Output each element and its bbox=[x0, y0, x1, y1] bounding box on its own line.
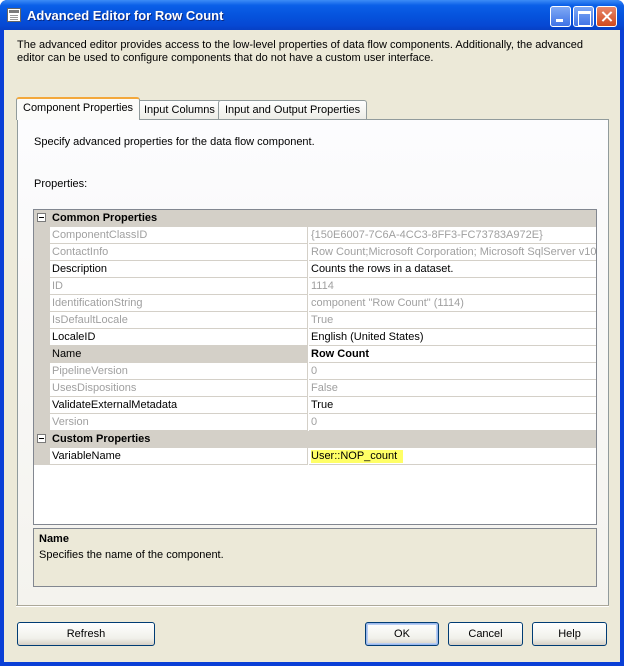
property-value: {150E6007-7C6A-4CC3-8FF3-FC73783A972E} bbox=[309, 227, 596, 244]
property-value[interactable]: English (United States) bbox=[309, 329, 596, 346]
property-row-description[interactable]: Description Counts the rows in a dataset… bbox=[34, 261, 596, 278]
property-value: 0 bbox=[309, 363, 596, 380]
property-help-pane: Name Specifies the name of the component… bbox=[33, 528, 597, 587]
property-name: LocaleID bbox=[50, 329, 308, 346]
tab-input-and-output-properties[interactable]: Input and Output Properties bbox=[218, 100, 368, 120]
variable-name-value[interactable]: User::NOP_count bbox=[311, 450, 404, 463]
property-value: False bbox=[309, 380, 596, 397]
property-value: Row Count;Microsoft Corporation; Microso… bbox=[309, 244, 596, 261]
property-name: ContactInfo bbox=[50, 244, 308, 261]
property-row-isdefaultlocale[interactable]: IsDefaultLocale True bbox=[34, 312, 596, 329]
help-text: Specifies the name of the component. bbox=[39, 549, 224, 561]
property-name: ID bbox=[50, 278, 308, 295]
title-bar[interactable]: Advanced Editor for Row Count bbox=[0, 0, 624, 30]
tab-component-properties[interactable]: Component Properties bbox=[16, 97, 141, 120]
help-title: Name bbox=[39, 533, 69, 545]
property-row-identificationstring[interactable]: IdentificationString component "Row Coun… bbox=[34, 295, 596, 312]
property-value: component "Row Count" (1114) bbox=[309, 295, 596, 312]
property-name: IsDefaultLocale bbox=[50, 312, 308, 329]
property-row-contactinfo[interactable]: ContactInfo Row Count;Microsoft Corporat… bbox=[34, 244, 596, 261]
dialog-description: The advanced editor provides access to t… bbox=[17, 39, 584, 64]
ok-button[interactable]: OK bbox=[365, 622, 439, 646]
dialog-app-icon bbox=[7, 8, 21, 22]
property-value[interactable]: Counts the rows in a dataset. bbox=[309, 261, 596, 278]
property-value[interactable]: True bbox=[309, 397, 596, 414]
property-row-componentclassid[interactable]: ComponentClassID {150E6007-7C6A-4CC3-8FF… bbox=[34, 227, 596, 244]
property-name: VariableName bbox=[50, 448, 308, 465]
property-row-id[interactable]: ID 1114 bbox=[34, 278, 596, 295]
property-grid[interactable]: Common Properties ComponentClassID {150E… bbox=[33, 209, 597, 525]
advanced-editor-window: Advanced Editor for Row Count The advanc… bbox=[0, 0, 624, 666]
panel-hint: Specify advanced properties for the data… bbox=[34, 136, 315, 148]
property-row-version[interactable]: Version 0 bbox=[34, 414, 596, 431]
property-row-name[interactable]: Name Row Count bbox=[34, 346, 596, 363]
cancel-button[interactable]: Cancel bbox=[448, 622, 523, 646]
component-properties-panel: Specify advanced properties for the data… bbox=[17, 119, 609, 607]
divider bbox=[16, 605, 609, 607]
property-row-variablename[interactable]: VariableName User::NOP_count bbox=[34, 448, 596, 465]
category-custom-properties[interactable]: Custom Properties bbox=[34, 431, 596, 448]
window-title: Advanced Editor for Row Count bbox=[27, 8, 224, 23]
category-common-properties[interactable]: Common Properties bbox=[34, 210, 596, 227]
property-value: 1114 bbox=[309, 278, 596, 295]
property-name: IdentificationString bbox=[50, 295, 308, 312]
close-icon[interactable] bbox=[596, 6, 617, 27]
property-name: ValidateExternalMetadata bbox=[50, 397, 308, 414]
property-value[interactable]: User::NOP_count bbox=[309, 448, 596, 465]
property-name: UsesDispositions bbox=[50, 380, 308, 397]
property-name: Description bbox=[50, 261, 308, 278]
property-name: Name bbox=[50, 346, 308, 363]
collapse-icon[interactable] bbox=[37, 213, 46, 222]
property-value[interactable]: Row Count bbox=[309, 346, 596, 363]
maximize-icon[interactable] bbox=[573, 6, 594, 27]
property-name: PipelineVersion bbox=[50, 363, 308, 380]
refresh-button[interactable]: Refresh bbox=[17, 622, 155, 646]
property-name: ComponentClassID bbox=[50, 227, 308, 244]
properties-label: Properties: bbox=[34, 178, 88, 190]
property-row-usesdispositions[interactable]: UsesDispositions False bbox=[34, 380, 596, 397]
dialog-client: The advanced editor provides access to t… bbox=[4, 30, 620, 662]
property-row-localeid[interactable]: LocaleID English (United States) bbox=[34, 329, 596, 346]
collapse-icon[interactable] bbox=[37, 434, 46, 443]
property-value: 0 bbox=[309, 414, 596, 431]
category-label: Custom Properties bbox=[52, 433, 151, 445]
property-value: True bbox=[309, 312, 596, 329]
help-button[interactable]: Help bbox=[532, 622, 607, 646]
property-name: Version bbox=[50, 414, 308, 431]
property-row-pipelineversion[interactable]: PipelineVersion 0 bbox=[34, 363, 596, 380]
category-label: Common Properties bbox=[52, 212, 158, 224]
property-row-validateexternalmetadata[interactable]: ValidateExternalMetadata True bbox=[34, 397, 596, 414]
tab-input-columns[interactable]: Input Columns bbox=[137, 100, 222, 120]
minimize-icon[interactable] bbox=[550, 6, 571, 27]
